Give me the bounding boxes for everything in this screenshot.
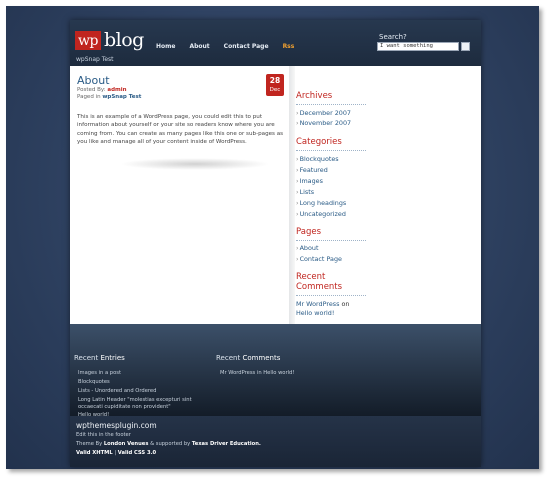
post-body: This is an example of a WordPress page, … [77,114,284,145]
post-paged-line: Paged in wpSnap Test [77,94,141,100]
recent-comments-footer-heading: Recent Comments [216,354,281,362]
category-item[interactable]: ›Featured [296,166,328,174]
blog-page: wp blog wpSnap Test Home About Contact P… [70,20,481,467]
date-badge: 28 Dec [266,74,284,96]
footer-site-name[interactable]: wpthemesplugin.com [76,421,157,430]
nav-home[interactable]: Home [156,43,175,50]
recent-comments-rule [296,295,366,296]
nav-contact-page[interactable]: Contact Page [224,43,269,50]
nav-rss[interactable]: Rss [283,43,295,50]
comment-author-link[interactable]: Mr WordPress [296,300,339,308]
pages-heading: Pages [296,227,322,237]
archive-item[interactable]: ›December 2007 [296,109,351,117]
valid-css-link[interactable]: Valid CSS 3.0 [118,450,156,456]
recent-entry[interactable]: Images in a post [78,370,121,377]
post-author-line: Posted By: admin [77,87,127,93]
paged-in-link[interactable]: wpSnap Test [102,94,141,100]
footer-validators: Valid XHTML | Valid CSS 3.0 [76,450,157,456]
site-tagline: wpSnap Test [76,56,114,63]
footer-edit-note: Edit this in the footer [76,432,131,438]
search-button[interactable] [461,42,470,51]
recent-comment-footer[interactable]: Mr WordPress in Hello world! [220,370,294,377]
categories-heading: Categories [296,137,342,147]
theme-author-link[interactable]: London Venues [104,441,149,447]
site-logo[interactable]: wp blog [75,29,144,51]
logo-blog: blog [103,29,144,51]
search-label: Search? [379,33,407,41]
category-item[interactable]: ›Uncategorized [296,210,346,218]
category-item[interactable]: ›Blockquotes [296,155,339,163]
recent-panel: Recent Entries Images in a post Blockquo… [70,324,481,418]
post-author-link[interactable]: admin [107,87,126,93]
browser-window: wp blog wpSnap Test Home About Contact P… [6,6,539,469]
nav-about[interactable]: About [189,43,209,50]
supporter-link[interactable]: Texas Driver Education. [192,441,261,447]
recent-entries-heading: Recent Entries [74,354,125,362]
site-footer: wpthemesplugin.com Edit this in the foot… [70,416,481,467]
date-month: Dec [269,87,281,93]
valid-xhtml-link[interactable]: Valid XHTML [76,450,113,456]
recent-comments-heading: Recent Comments [296,272,343,292]
pages-rule [296,240,366,241]
category-item[interactable]: ›Long headings [296,199,346,207]
recent-entry[interactable]: occaecati cupiditate non provident" [78,404,171,411]
column-divider [289,66,295,324]
recent-entry[interactable]: Blockquotes [78,379,110,386]
main-content: About Posted By: admin Paged in wpSnap T… [70,66,290,324]
recent-entry[interactable]: Long Latin Header "molestias excepturi s… [78,397,192,404]
main-nav: Home About Contact Page Rss [156,43,308,50]
archives-rule [296,104,366,105]
recent-entry[interactable]: Lists - Unordered and Ordered [78,388,156,395]
site-header: wp blog wpSnap Test Home About Contact P… [70,20,481,66]
comment-post-link[interactable]: Hello world! [296,309,334,317]
footer-credits: Theme By London Venues & supported by Te… [76,441,261,447]
category-item[interactable]: ›Images [296,177,323,185]
date-day: 28 [269,76,281,85]
categories-rule [296,150,366,151]
search-input[interactable] [377,42,459,51]
archives-heading: Archives [296,91,333,101]
recent-comment: Mr WordPress on Hello world! [296,300,350,317]
logo-wp: wp [75,30,101,50]
category-item[interactable]: ›Lists [296,188,314,196]
sidebar: Archives ›December 2007 ›November 2007 C… [296,66,481,324]
page-item[interactable]: ›About [296,244,318,252]
post-title[interactable]: About [77,74,110,87]
paged-in-label: Paged in [77,94,101,100]
posted-by-label: Posted By: [77,87,106,93]
post-shadow [120,158,270,170]
archive-item[interactable]: ›November 2007 [296,119,351,127]
page-item[interactable]: ›Contact Page [296,255,342,263]
